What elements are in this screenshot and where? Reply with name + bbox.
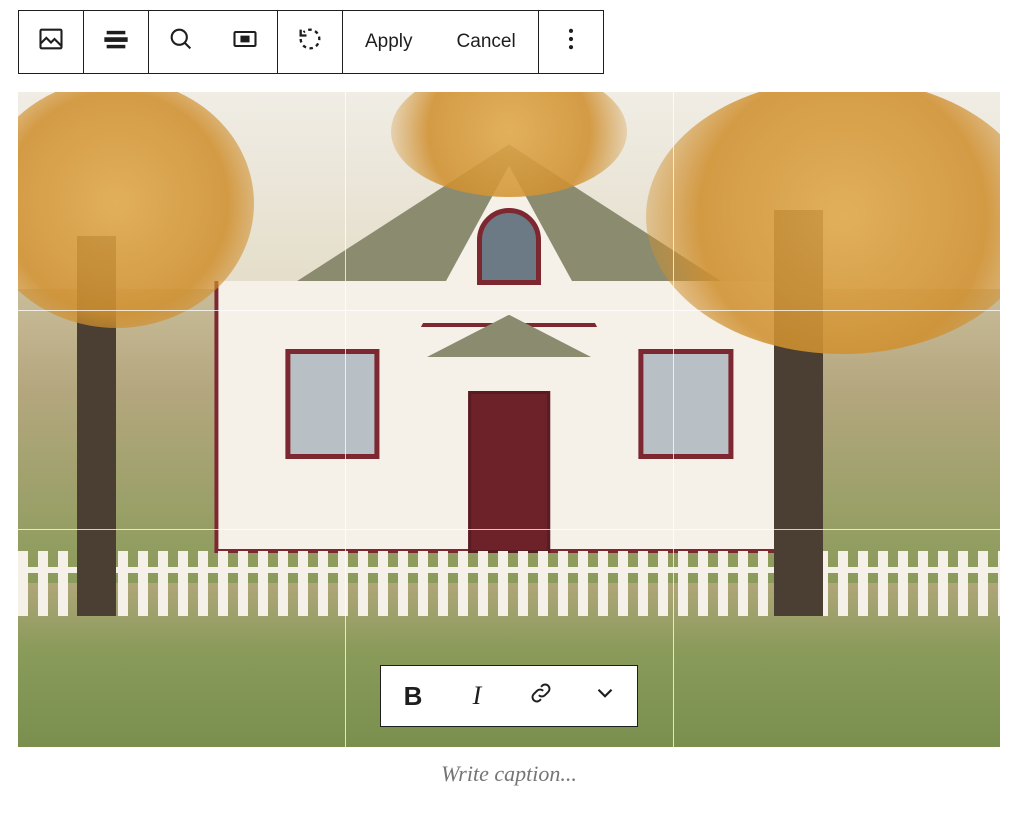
toolbar-group-alignment	[84, 11, 149, 73]
caption-input[interactable]	[18, 747, 1000, 787]
caption-format-toolbar: B I	[380, 665, 638, 727]
rotate-icon	[296, 25, 324, 59]
italic-button[interactable]: I	[445, 666, 509, 726]
link-button[interactable]	[509, 666, 573, 726]
aspect-ratio-button[interactable]	[213, 11, 277, 73]
toolbar-group-rotate	[278, 11, 343, 73]
zoom-button[interactable]	[149, 11, 213, 73]
rotate-button[interactable]	[278, 11, 342, 73]
cancel-button[interactable]: Cancel	[435, 11, 538, 73]
more-options-button[interactable]	[539, 11, 603, 73]
link-icon	[528, 680, 554, 713]
toolbar-group-actions: Apply Cancel	[343, 11, 539, 73]
toolbar-group-more	[539, 11, 603, 73]
alignment-button[interactable]	[84, 11, 148, 73]
zoom-icon	[167, 25, 195, 59]
toolbar-group-crop-tools	[149, 11, 278, 73]
block-toolbar: Apply Cancel	[18, 10, 604, 74]
toolbar-group-block-type	[19, 11, 84, 73]
alignment-full-icon	[102, 25, 130, 59]
aspect-ratio-icon	[231, 25, 259, 59]
block-type-button[interactable]	[19, 11, 83, 73]
bold-button[interactable]: B	[381, 666, 445, 726]
edited-image	[18, 92, 1000, 747]
image-block-icon	[37, 25, 65, 59]
more-format-button[interactable]	[573, 666, 637, 726]
image-editor-canvas[interactable]: B I	[18, 92, 1000, 747]
chevron-down-icon	[592, 680, 618, 713]
apply-button[interactable]: Apply	[343, 11, 435, 73]
more-options-icon	[557, 25, 585, 59]
